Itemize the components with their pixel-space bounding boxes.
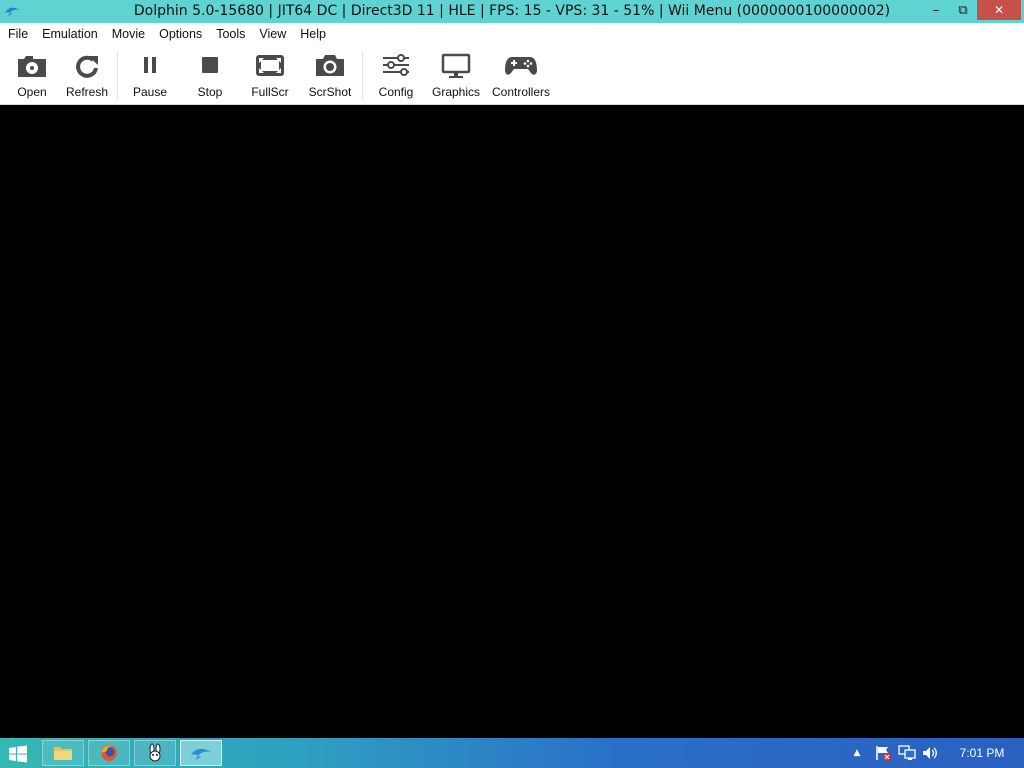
minimize-button[interactable]: – — [922, 0, 950, 21]
monitor-icon — [441, 53, 471, 78]
fullscreen-button[interactable]: FullScr — [240, 49, 300, 101]
refresh-icon — [76, 55, 98, 78]
taskbar-file-explorer[interactable] — [42, 740, 84, 766]
screenshot-label: ScrShot — [308, 85, 352, 99]
restore-button[interactable]: ⧉ — [950, 0, 976, 21]
menu-help[interactable]: Help — [293, 23, 333, 45]
taskbar-firefox[interactable] — [88, 740, 130, 766]
fullscreen-icon — [256, 55, 284, 76]
volume-tray[interactable] — [920, 743, 940, 763]
menu-tools[interactable]: Tools — [209, 23, 252, 45]
windows-start-icon[interactable] — [8, 745, 28, 763]
taskbar-dolphin[interactable] — [180, 740, 222, 766]
open-button[interactable]: Open — [2, 49, 62, 101]
controllers-label: Controllers — [491, 85, 551, 99]
show-hidden-icons-button[interactable]: ▲ — [851, 743, 863, 763]
volume-icon — [923, 747, 937, 759]
folder-icon — [54, 747, 72, 760]
restore-icon: ⧉ — [958, 3, 968, 18]
pause-button[interactable]: Pause — [120, 49, 180, 101]
taskbar-clock[interactable]: 7:01 PM — [952, 746, 1012, 760]
menu-file[interactable]: File — [0, 23, 35, 45]
gamepad-icon — [505, 57, 537, 75]
pause-icon — [144, 57, 156, 73]
config-button[interactable]: Config — [366, 49, 426, 101]
stop-icon — [202, 57, 218, 73]
taskbar: ▲ 7:01 PM — [0, 738, 1024, 768]
minimize-icon: – — [932, 3, 940, 18]
open-label: Open — [17, 85, 47, 99]
bunny-icon — [149, 743, 161, 762]
refresh-button[interactable]: Refresh — [57, 49, 117, 101]
menu-emulation[interactable]: Emulation — [35, 23, 105, 45]
stop-button[interactable]: Stop — [180, 49, 240, 101]
toolbar-separator — [117, 51, 118, 99]
network-icon — [898, 745, 916, 760]
action-center-tray[interactable] — [873, 743, 893, 763]
close-icon: ✕ — [993, 3, 1005, 17]
stop-label: Stop — [197, 85, 223, 99]
fullscreen-label: FullScr — [251, 85, 289, 99]
firefox-icon — [101, 745, 117, 761]
graphics-button[interactable]: Graphics — [426, 49, 486, 101]
menu-movie[interactable]: Movie — [105, 23, 152, 45]
window-title: Dolphin 5.0-15680 | JIT64 DC | Direct3D … — [133, 3, 891, 19]
camera-icon — [316, 55, 344, 76]
open-icon — [18, 56, 46, 77]
refresh-label: Refresh — [65, 85, 109, 99]
menu-bar: File Emulation Movie Options Tools View … — [0, 23, 1024, 45]
controllers-button[interactable]: Controllers — [491, 49, 551, 101]
sliders-icon — [383, 54, 409, 76]
menu-options[interactable]: Options — [152, 23, 209, 45]
dolphin-window: Dolphin 5.0-15680 | JIT64 DC | Direct3D … — [0, 0, 1024, 738]
menu-view[interactable]: View — [252, 23, 293, 45]
toolbar-separator — [362, 51, 363, 99]
config-label: Config — [378, 85, 414, 99]
dolphin-icon — [191, 748, 211, 760]
graphics-label: Graphics — [431, 85, 481, 99]
chevron-up-icon: ▲ — [853, 748, 861, 758]
close-button[interactable]: ✕ — [977, 0, 1021, 20]
taskbar-app-3[interactable] — [134, 740, 176, 766]
network-tray[interactable] — [897, 743, 917, 763]
flag-alert-icon — [876, 746, 891, 761]
render-area[interactable] — [0, 105, 1024, 738]
title-bar[interactable]: Dolphin 5.0-15680 | JIT64 DC | Direct3D … — [0, 0, 1024, 23]
screenshot-button[interactable]: ScrShot — [300, 49, 360, 101]
toolbar: Open Refresh Pause Stop FullScr ScrShot … — [0, 45, 1024, 105]
pause-label: Pause — [132, 85, 168, 99]
